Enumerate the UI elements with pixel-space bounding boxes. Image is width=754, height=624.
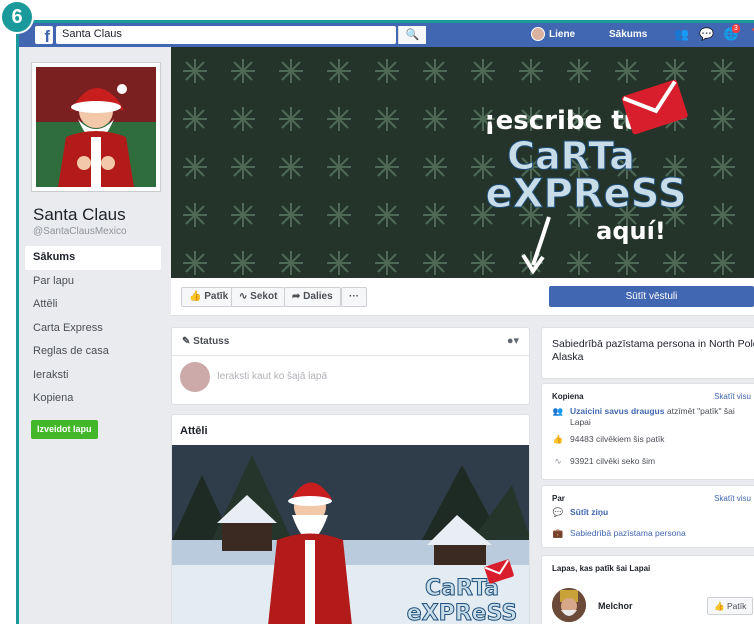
post-as-menu-icon[interactable]: ●▾	[507, 334, 519, 347]
rss-icon: ∿	[554, 456, 562, 466]
cover-line-4: aquí!	[596, 217, 666, 245]
photo-overlay-1: CaRTa	[425, 576, 499, 601]
facebook-logo-icon[interactable]: f	[35, 26, 53, 44]
follow-label: Sekot	[250, 291, 278, 302]
step-number-badge: 6	[0, 0, 34, 34]
nav-item-carta-express[interactable]: Carta Express	[25, 317, 161, 341]
liked-page-name[interactable]: Melchor	[598, 601, 633, 611]
par-see-all-link[interactable]: Skatīt visu	[714, 494, 751, 503]
invite-row: 👥 Uzaicini savus draugus atzīmēt "patīk"…	[552, 406, 752, 428]
follow-button[interactable]: ∿ Sekot	[231, 287, 286, 307]
friends-icon: 👥	[552, 406, 564, 416]
profile-picture[interactable]	[31, 62, 161, 192]
photo-thumbnail[interactable]: CaRTa eXPReSS	[172, 445, 529, 624]
santa-snow-image: CaRTa eXPReSS	[172, 445, 529, 624]
status-composer: ✎ Statuss ●▾ Ieraksti kaut ko šajā lapā	[171, 327, 530, 405]
community-card: Kopiena Skatīt visu 👥 Uzaicini savus dra…	[541, 383, 754, 480]
par-card: Par Skatīt visu 💬 Sūtīt ziņu 💼 Sabiedrīb…	[541, 485, 754, 548]
category-link[interactable]: Sabiedrībā pazīstama persona	[570, 528, 686, 539]
globe-notifications-icon[interactable]: 🌐 3	[724, 24, 740, 41]
nav-item-community[interactable]: Kopiena	[25, 387, 161, 411]
user-name: Liene	[549, 28, 576, 40]
nav-item-house-rules[interactable]: Reglas de casa	[25, 340, 161, 364]
page-action-bar: 👍 Patīk ∿ Sekot ➦ Dalies ··· Sūtīt vēstu…	[171, 278, 754, 316]
share-label: Dalies	[303, 291, 333, 302]
likes-count: 94483 cilvēkiem šis patīk	[570, 434, 665, 444]
invite-friends-link[interactable]: Uzaicini savus draugus	[570, 406, 664, 416]
category-location: Sabiedrībā pazīstama persona in North Po…	[552, 338, 754, 363]
friends-icon[interactable]: 👥	[674, 27, 689, 41]
message-row: 💬 Sūtīt ziņu	[552, 507, 752, 518]
briefcase-icon: 💼	[552, 528, 564, 538]
thumbs-up-icon: 👍	[552, 434, 564, 444]
home-link[interactable]: Sākums	[609, 29, 647, 40]
nav-item-posts[interactable]: Ieraksti	[25, 364, 161, 388]
community-title: Kopiena	[552, 392, 584, 401]
top-navigation-bar: f Santa Claus 🔍 Liene Sākums 👥 💬 🌐3 ❓	[19, 23, 754, 47]
search-value: Santa Claus	[62, 28, 122, 40]
like-button[interactable]: 👍 Patīk	[181, 287, 237, 307]
search-input[interactable]: Santa Claus 🔍	[56, 26, 426, 44]
photos-title[interactable]: Attēli	[180, 425, 208, 437]
par-title: Par	[552, 494, 565, 503]
santa-portrait-image	[36, 67, 156, 187]
follows-count: 93921 cilvēki seko šim	[570, 456, 656, 466]
create-page-button[interactable]: Izveidot lapu	[31, 420, 98, 439]
follows-row: ∿ 93921 cilvēki seko šim	[552, 456, 752, 467]
nav-item-home[interactable]: Sākums	[25, 246, 161, 270]
avatar	[180, 362, 210, 392]
page-title: Santa Claus	[33, 205, 126, 224]
top-icons: 👥 💬 🌐3 ❓	[674, 24, 754, 41]
avatar	[531, 27, 545, 41]
avatar[interactable]	[552, 588, 586, 622]
liked-page-like-label: Patīk	[726, 601, 747, 611]
profile-link[interactable]: Liene	[531, 27, 575, 41]
help-icon[interactable]: ❓	[749, 27, 754, 41]
nav-item-about[interactable]: Par lapu	[25, 270, 161, 294]
divider	[172, 355, 529, 356]
cover-image: ¡escribe tu CaRTa eXPReSS aquí!	[171, 47, 754, 278]
liked-pages-title: Lapas, kas patīk šai Lapai	[552, 564, 651, 573]
send-message-button[interactable]: Sūtīt vēstuli	[549, 286, 754, 307]
likes-row: 👍 94483 cilvēkiem šis patīk	[552, 434, 752, 445]
like-label: Patīk	[204, 291, 229, 302]
cover-photo[interactable]: ¡escribe tu CaRTa eXPReSS aquí!	[171, 47, 754, 278]
search-icon[interactable]: 🔍	[398, 26, 426, 44]
liked-pages-card: Lapas, kas patīk šai Lapai Melchor 👍 Pat…	[541, 555, 754, 624]
about-card: Sabiedrībā pazīstama persona in North Po…	[541, 327, 754, 379]
status-input[interactable]: Ieraksti kaut ko šajā lapā	[217, 371, 327, 382]
photo-overlay-2: eXPReSS	[407, 601, 518, 624]
notification-count: 3	[731, 24, 740, 33]
status-tab[interactable]: ✎ Statuss	[182, 336, 229, 347]
cover-line-1: ¡escribe tu	[484, 106, 642, 136]
screenshot-frame: f Santa Claus 🔍 Liene Sākums 👥 💬 🌐3 ❓	[0, 0, 754, 624]
status-title: Statuss	[193, 336, 230, 347]
community-see-all-link[interactable]: Skatīt visu	[714, 392, 751, 401]
page-handle[interactable]: @SantaClausMexico	[33, 226, 127, 237]
liked-page-like-button[interactable]: 👍 Patīk	[707, 597, 754, 615]
page-nav: Sākums Par lapu Attēli Carta Express Reg…	[25, 246, 161, 411]
send-message-link[interactable]: Sūtīt ziņu	[570, 507, 608, 518]
category-row: 💼 Sabiedrībā pazīstama persona	[552, 528, 752, 539]
messenger-icon: 💬	[552, 507, 564, 517]
cover-line-3: eXPReSS	[485, 171, 686, 217]
photos-section: Attēli CaRTa eXPReSS	[171, 414, 530, 624]
nav-item-photos[interactable]: Attēli	[25, 293, 161, 317]
messenger-icon[interactable]: 💬	[699, 27, 714, 41]
share-button[interactable]: ➦ Dalies	[284, 287, 341, 307]
more-button[interactable]: ···	[341, 287, 367, 307]
